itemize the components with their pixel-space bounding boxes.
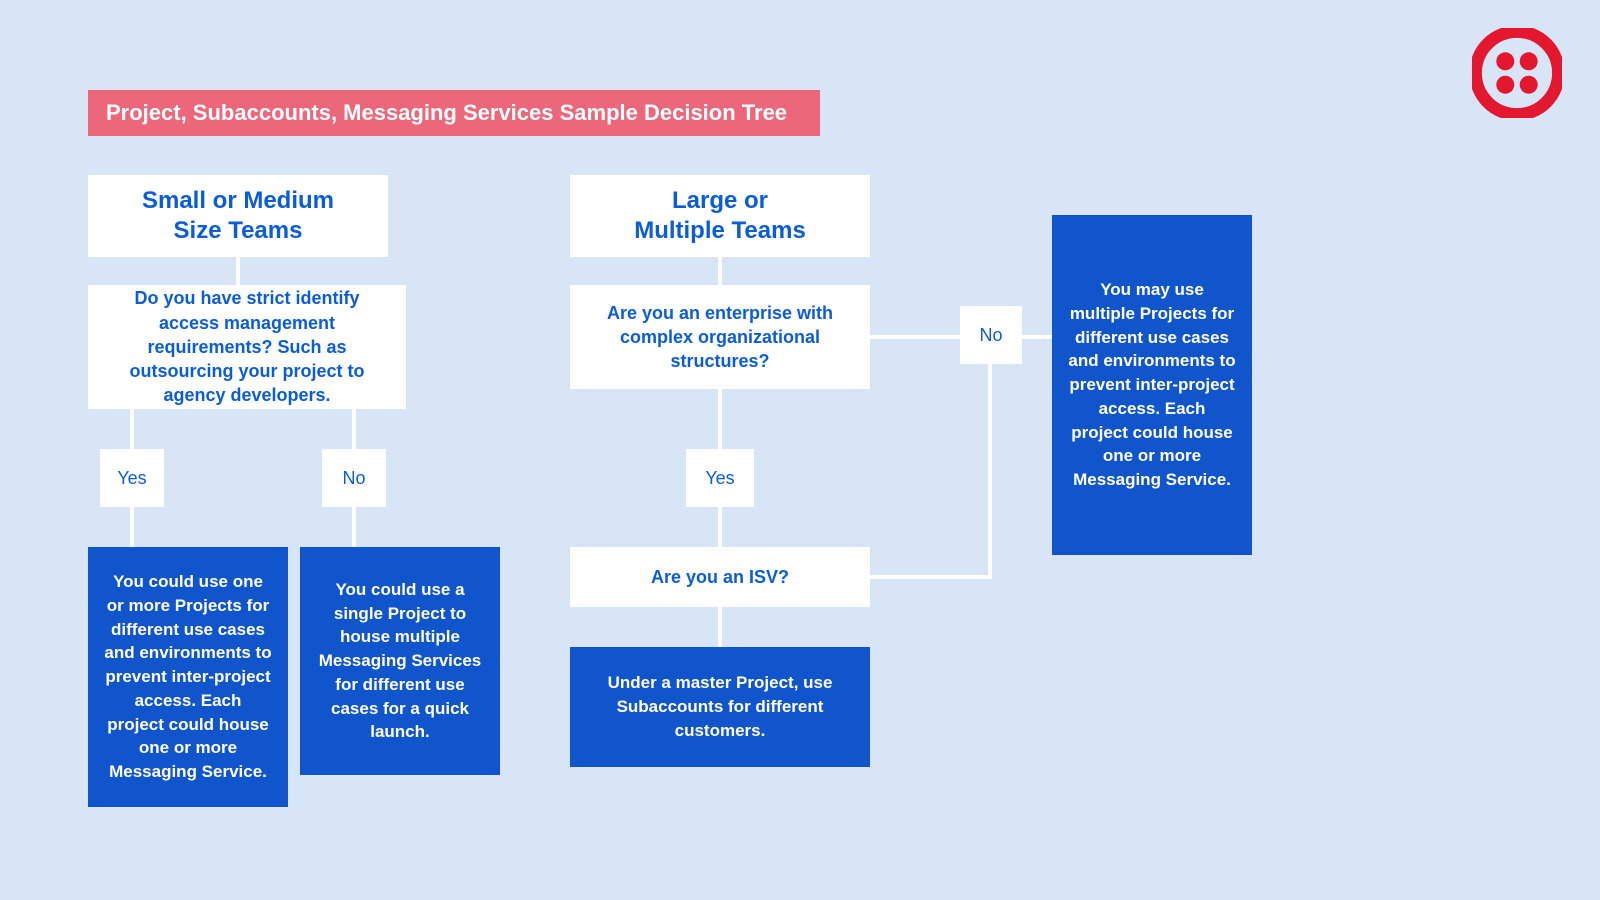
connector bbox=[352, 409, 356, 449]
diagram-title-text: Project, Subaccounts, Messaging Services… bbox=[106, 100, 787, 126]
large-q2: Are you an ISV? bbox=[570, 547, 870, 607]
connector bbox=[718, 257, 722, 285]
diagram-title: Project, Subaccounts, Messaging Services… bbox=[88, 90, 820, 136]
small-yes-result-text: You could use one or more Projects for d… bbox=[104, 570, 272, 784]
small-heading: Small or Medium Size Teams bbox=[88, 175, 388, 257]
connector bbox=[130, 409, 134, 449]
connector bbox=[718, 607, 722, 647]
connector bbox=[870, 575, 990, 579]
connector bbox=[1022, 335, 1052, 339]
connector bbox=[988, 364, 992, 579]
large-no-text: No bbox=[979, 325, 1002, 346]
small-yes-result: You could use one or more Projects for d… bbox=[88, 547, 288, 807]
decision-tree-canvas: Project, Subaccounts, Messaging Services… bbox=[0, 0, 1600, 900]
large-no-result: You may use multiple Projects for differ… bbox=[1052, 215, 1252, 555]
small-q1: Do you have strict identify access manag… bbox=[88, 285, 406, 409]
large-heading-text: Large or Multiple Teams bbox=[634, 186, 806, 246]
small-no: No bbox=[322, 449, 386, 507]
large-no: No bbox=[960, 306, 1022, 364]
connector bbox=[352, 507, 356, 547]
large-q2-text: Are you an ISV? bbox=[651, 565, 789, 589]
connector bbox=[870, 335, 960, 339]
large-q1-text: Are you an enterprise with complex organ… bbox=[586, 301, 854, 374]
small-no-result: You could use a single Project to house … bbox=[300, 547, 500, 775]
connector bbox=[718, 507, 722, 547]
connector bbox=[236, 257, 240, 285]
large-isv-result-text: Under a master Project, use Subaccounts … bbox=[586, 671, 854, 742]
small-heading-text: Small or Medium Size Teams bbox=[142, 186, 334, 246]
small-no-text: No bbox=[342, 468, 365, 489]
small-yes-text: Yes bbox=[117, 468, 146, 489]
small-yes: Yes bbox=[100, 449, 164, 507]
large-heading: Large or Multiple Teams bbox=[570, 175, 870, 257]
large-q1: Are you an enterprise with complex organ… bbox=[570, 285, 870, 389]
connector bbox=[130, 507, 134, 547]
large-isv-result: Under a master Project, use Subaccounts … bbox=[570, 647, 870, 767]
twilio-logo-icon bbox=[1472, 28, 1562, 118]
large-yes: Yes bbox=[686, 449, 754, 507]
connector bbox=[718, 389, 722, 449]
large-no-result-text: You may use multiple Projects for differ… bbox=[1068, 278, 1236, 492]
small-no-result-text: You could use a single Project to house … bbox=[316, 578, 484, 745]
large-yes-text: Yes bbox=[705, 468, 734, 489]
small-q1-text: Do you have strict identify access manag… bbox=[104, 286, 390, 407]
